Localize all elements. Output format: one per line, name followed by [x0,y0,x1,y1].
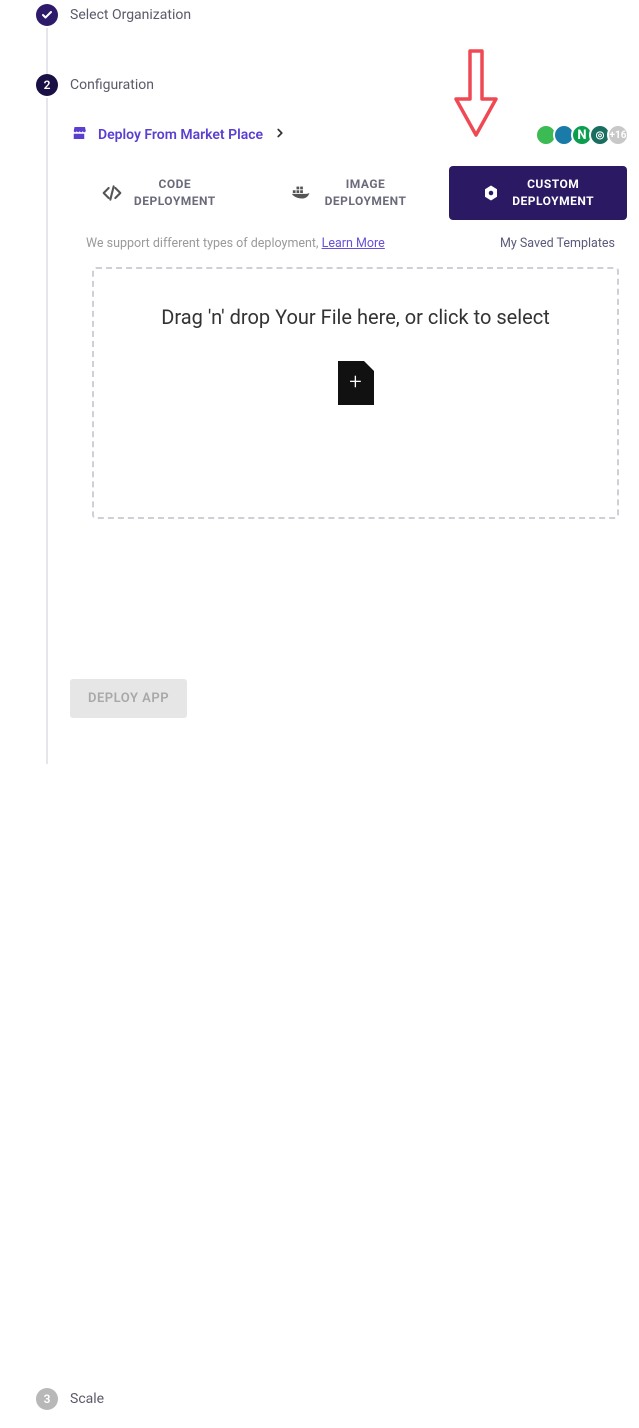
tab-label-line2: DEPLOYMENT [134,193,216,210]
gear-hex-icon [482,184,500,202]
tab-label-line1: IMAGE [325,176,407,193]
code-icon [102,183,122,203]
tab-image-deployment[interactable]: IMAGE DEPLOYMENT [260,166,438,220]
tab-label-line1: CODE [134,176,216,193]
learn-more-link[interactable]: Learn More [322,236,385,251]
step-scale[interactable]: 3 Scale [36,1388,639,1410]
deploy-app-button[interactable]: DEPLOY APP [70,679,187,718]
check-icon [36,4,58,26]
tab-label-line2: DEPLOYMENT [512,193,594,210]
tab-custom-deployment[interactable]: CUSTOM DEPLOYMENT [449,166,627,220]
step-label: Scale [70,1388,639,1410]
docker-icon [291,184,313,202]
deploy-from-marketplace-link[interactable]: Deploy From Market Place [70,124,287,146]
tab-label-line1: CUSTOM [512,176,594,193]
step-connector [46,28,48,76]
step-label: Configuration [70,74,639,96]
tab-label-line2: DEPLOYMENT [325,193,407,210]
tech-more-badge: +16 [607,124,629,146]
tech-icons-row[interactable]: N ◎ +16 [539,124,629,146]
step-select-organization[interactable]: Select Organization [36,4,639,26]
step-connector [46,98,48,764]
dropzone-text: Drag 'n' drop Your File here, or click t… [161,305,549,329]
file-dropzone[interactable]: Drag 'n' drop Your File here, or click t… [92,267,619,519]
support-text: We support different types of deployment… [86,236,385,251]
step-configuration: 2 Configuration Deploy From Market Place [36,74,639,718]
tab-code-deployment[interactable]: CODE DEPLOYMENT [70,166,248,220]
store-icon [70,124,88,146]
step-number-badge: 3 [36,1388,58,1410]
my-saved-templates-link[interactable]: My Saved Templates [500,236,615,251]
step-number-badge: 2 [36,74,58,96]
file-add-icon: + [338,361,374,405]
marketplace-label: Deploy From Market Place [98,127,263,143]
chevron-right-icon [273,126,287,144]
step-label: Select Organization [70,4,639,26]
